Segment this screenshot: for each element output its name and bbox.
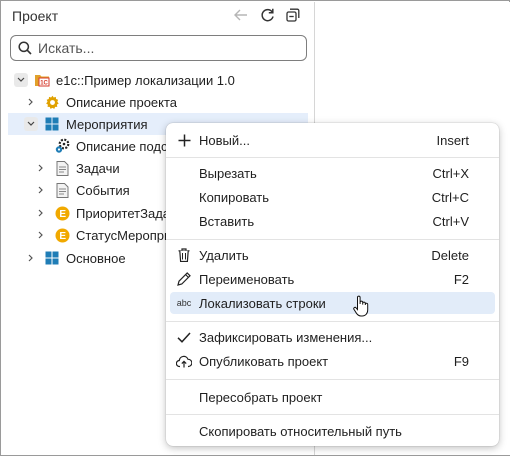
tree-item-label: e1c::Пример локализации 1.0 <box>56 72 235 88</box>
tree-item-label: Основное <box>66 250 126 266</box>
chevron-right-icon[interactable] <box>24 251 38 265</box>
chevron-right-icon[interactable] <box>34 206 48 220</box>
menu-item-paste[interactable]: Вставить Ctrl+V <box>170 210 495 232</box>
menu-item-delete[interactable]: Удалить Delete <box>170 244 495 266</box>
menu-item-shortcut: F9 <box>453 353 469 369</box>
abc-icon: abc <box>176 298 192 308</box>
pencil-icon <box>176 271 192 287</box>
menu-separator <box>166 414 499 415</box>
tree-item-label: Мероприятия <box>66 116 148 132</box>
menu-item-label: Переименовать <box>199 271 295 287</box>
tree-item-label: Задачи <box>76 160 120 176</box>
tree-item-label: ПриоритетЗада <box>76 205 171 221</box>
plus-icon <box>176 132 192 148</box>
menu-item-shortcut: Delete <box>431 247 469 263</box>
svg-text:E: E <box>59 209 66 220</box>
svg-text:1C: 1C <box>40 81 48 87</box>
menu-item-cut[interactable]: Вырезать Ctrl+X <box>170 162 495 184</box>
enum-icon: E <box>54 205 70 221</box>
tree-item-label: СтатусМероприя <box>76 227 179 243</box>
menu-item-shortcut: Insert <box>436 132 469 148</box>
catalog-icon <box>44 250 60 266</box>
menu-item-label: Пересобрать проект <box>199 389 323 405</box>
menu-item-localize-strings[interactable]: abc Локализовать строки <box>170 292 495 317</box>
tree-item-label: Описание проекта <box>66 94 178 110</box>
tree-item-project-description[interactable]: Описание проекта <box>2 91 314 113</box>
context-menu: Новый... Insert Вырезать Ctrl+X Копирова… <box>166 123 499 446</box>
menu-item-commit-changes[interactable]: Зафиксировать изменения... <box>170 326 495 348</box>
chevron-down-icon[interactable] <box>24 117 38 131</box>
menu-item-label: Вставить <box>199 213 255 229</box>
menu-item-copy-relative-path[interactable]: Скопировать относительный путь <box>170 420 495 442</box>
document-icon <box>54 182 70 198</box>
hand-cursor-icon <box>353 295 369 320</box>
menu-separator <box>166 379 499 380</box>
menu-item-label: Удалить <box>199 247 249 263</box>
menu-item-label: Копировать <box>199 189 269 205</box>
search-input[interactable] <box>38 40 288 56</box>
menu-separator <box>166 321 499 322</box>
menu-item-shortcut: Ctrl+C <box>431 189 469 205</box>
tree-item-label: Описание подс <box>76 138 168 154</box>
document-icon <box>54 160 70 176</box>
menu-item-shortcut: Ctrl+V <box>432 213 469 229</box>
menu-item-copy[interactable]: Копировать Ctrl+C <box>170 186 495 208</box>
chevron-right-icon[interactable] <box>34 183 48 197</box>
menu-item-label: Локализовать строки <box>199 295 326 311</box>
menu-item-publish-project[interactable]: Опубликовать проект F9 <box>170 350 495 372</box>
gear-icon <box>44 94 60 110</box>
search-icon <box>18 41 32 55</box>
cloud-upload-icon <box>176 353 192 369</box>
panel-title: Проект <box>12 8 59 24</box>
collapse-all-icon[interactable] <box>284 6 302 24</box>
catalog-icon <box>44 116 60 132</box>
checkmark-icon <box>176 329 192 345</box>
chevron-down-icon[interactable] <box>14 73 28 87</box>
menu-item-label: Скопировать относительный путь <box>199 423 402 439</box>
gears-icon <box>54 138 70 154</box>
menu-separator <box>166 157 499 158</box>
chevron-right-icon[interactable] <box>24 95 38 109</box>
menu-item-label: Вырезать <box>199 165 257 181</box>
svg-text:E: E <box>59 231 66 242</box>
menu-item-label: Опубликовать проект <box>199 353 329 369</box>
window-frame: Проект 1C e1c::Пример локализации 1.0 <box>0 0 510 456</box>
refresh-icon[interactable] <box>258 6 276 24</box>
back-arrow-icon[interactable] <box>232 6 250 24</box>
menu-item-shortcut: Ctrl+X <box>432 165 469 181</box>
project-folder-icon: 1C <box>34 72 50 88</box>
menu-item-shortcut: F2 <box>453 271 469 287</box>
chevron-right-icon[interactable] <box>34 161 48 175</box>
menu-item-rebuild-project[interactable]: Пересобрать проект <box>170 386 495 408</box>
tree-item-project-root[interactable]: 1C e1c::Пример локализации 1.0 <box>2 69 314 91</box>
menu-item-label: Зафиксировать изменения... <box>199 329 373 345</box>
chevron-right-icon[interactable] <box>34 228 48 242</box>
trash-icon <box>176 247 192 263</box>
menu-separator <box>166 239 499 240</box>
enum-icon: E <box>54 227 70 243</box>
menu-item-label: Новый... <box>199 132 250 148</box>
menu-item-new[interactable]: Новый... Insert <box>170 129 495 151</box>
menu-item-rename[interactable]: Переименовать F2 <box>170 268 495 290</box>
search-field[interactable] <box>10 35 307 61</box>
tree-item-label: События <box>76 182 130 198</box>
